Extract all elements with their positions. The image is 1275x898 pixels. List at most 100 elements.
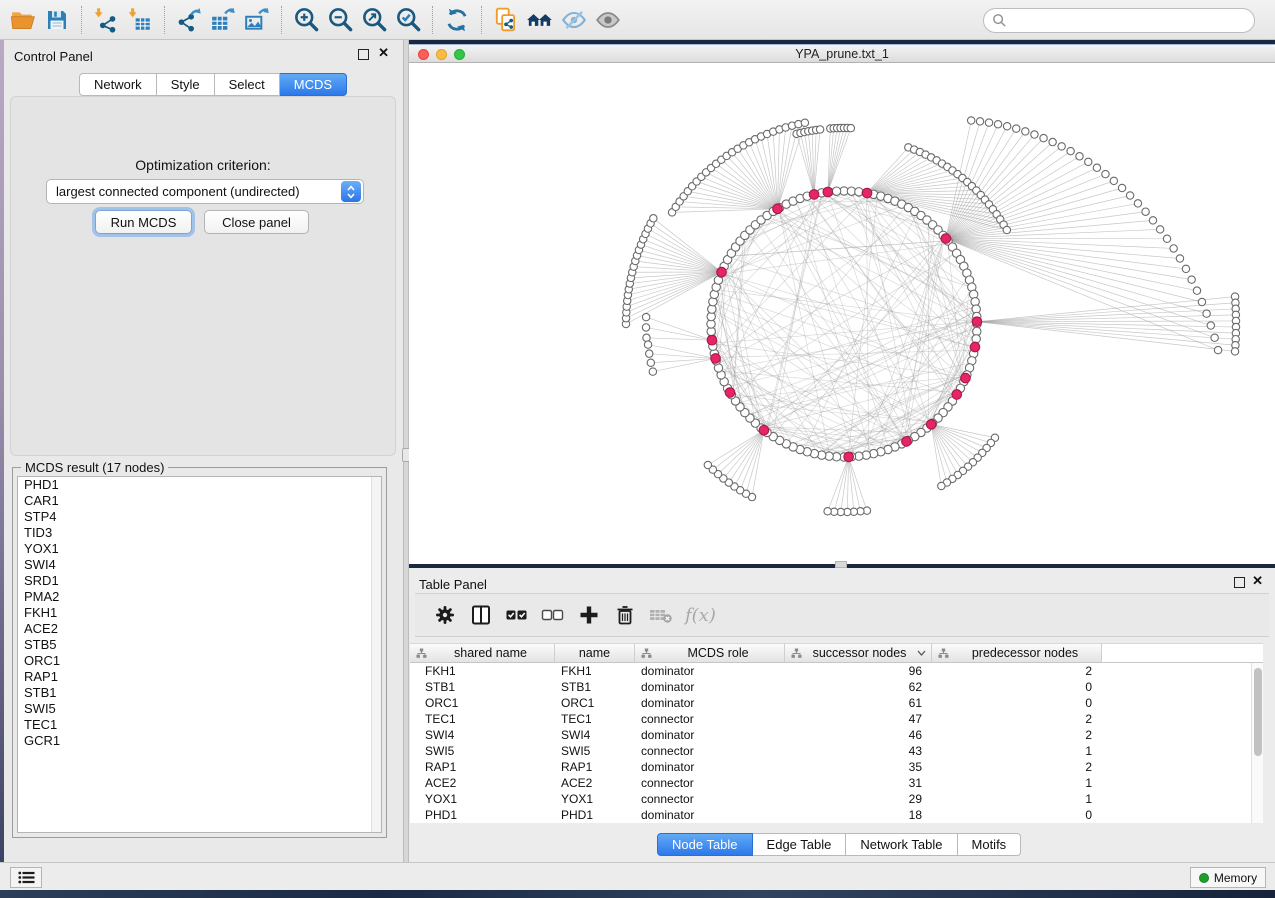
memory-status-icon	[1199, 873, 1209, 883]
delete-row-button[interactable]	[607, 598, 643, 632]
list-item[interactable]: STB5	[18, 637, 381, 653]
column-header-shared-name[interactable]: shared name	[410, 643, 555, 663]
table-row[interactable]: ACE2ACE2connector311	[410, 775, 1263, 791]
node-table: shared namenameMCDS rolesuccessor nodesp…	[410, 643, 1263, 823]
list-item[interactable]: CAR1	[18, 493, 381, 509]
show-panels-button[interactable]	[10, 867, 42, 888]
list-item[interactable]: ACE2	[18, 621, 381, 637]
export-image-icon	[244, 7, 270, 33]
table-settings-button[interactable]	[427, 598, 463, 632]
criterion-dropdown[interactable]: largest connected component (undirected)	[46, 179, 364, 204]
import-network-button[interactable]	[89, 5, 123, 35]
table-cell: 29	[785, 791, 932, 807]
table-cell: 62	[785, 679, 932, 695]
table-cell: YOX1	[555, 791, 635, 807]
table-cell: 46	[785, 727, 932, 743]
list-item[interactable]: STB1	[18, 685, 381, 701]
tab-edge-table[interactable]: Edge Table	[753, 833, 847, 856]
table-row[interactable]: ORC1ORC1dominator610	[410, 695, 1263, 711]
tab-mcds[interactable]: MCDS	[280, 73, 347, 96]
column-header-predecessor-nodes[interactable]: predecessor nodes	[932, 643, 1102, 663]
float-panel-icon[interactable]	[1234, 577, 1245, 588]
zoom-out-button[interactable]	[323, 5, 357, 35]
delete-table-button[interactable]	[643, 598, 679, 632]
table-row[interactable]: SWI5SWI5connector431	[410, 743, 1263, 759]
show-all-button[interactable]	[591, 5, 625, 35]
table-cell: 2	[932, 759, 1102, 775]
close-panel-button[interactable]: Close panel	[204, 210, 309, 234]
list-item[interactable]: RAP1	[18, 669, 381, 685]
import-table-button[interactable]	[123, 5, 157, 35]
column-header-name[interactable]: name	[555, 643, 635, 663]
list-item[interactable]: SWI5	[18, 701, 381, 717]
table-cell: ORC1	[555, 695, 635, 711]
column-header-MCDS-role[interactable]: MCDS role	[635, 643, 785, 663]
close-panel-icon[interactable]: ✕	[378, 46, 389, 60]
close-panel-icon[interactable]: ✕	[1252, 574, 1263, 588]
import-table-icon	[127, 7, 153, 33]
tab-select[interactable]: Select	[215, 73, 280, 96]
export-image-button[interactable]	[240, 5, 274, 35]
table-row[interactable]: RAP1RAP1dominator352	[410, 759, 1263, 775]
list-item[interactable]: PMA2	[18, 589, 381, 605]
list-item[interactable]: TEC1	[18, 717, 381, 733]
zoom-fit-button[interactable]	[357, 5, 391, 35]
list-item[interactable]: SWI4	[18, 557, 381, 573]
float-panel-icon[interactable]	[358, 49, 369, 60]
table-row[interactable]: TEC1TEC1connector472	[410, 711, 1263, 727]
table-row[interactable]: STB1STB1dominator620	[410, 679, 1263, 695]
table-cell: SWI4	[555, 727, 635, 743]
list-item[interactable]: TID3	[18, 525, 381, 541]
list-item[interactable]: YOX1	[18, 541, 381, 557]
network-window-titlebar[interactable]: YPA_prune.txt_1	[409, 45, 1275, 63]
list-item[interactable]: FKH1	[18, 605, 381, 621]
list-item[interactable]: SRD1	[18, 573, 381, 589]
network-canvas[interactable]	[409, 63, 1275, 564]
formula-builder-button[interactable]: f(x)	[685, 605, 716, 626]
search-input[interactable]	[983, 8, 1255, 33]
save-session-button[interactable]	[40, 5, 74, 35]
run-mcds-button[interactable]: Run MCDS	[95, 210, 192, 234]
scrollbar-thumb[interactable]	[1254, 668, 1262, 756]
export-table-button[interactable]	[206, 5, 240, 35]
tab-node-table[interactable]: Node Table	[657, 833, 753, 856]
zoom-in-button[interactable]	[289, 5, 323, 35]
delete-table-icon	[648, 604, 674, 626]
list-item[interactable]: PHD1	[18, 477, 381, 493]
export-network-button[interactable]	[172, 5, 206, 35]
refresh-layout-button[interactable]	[440, 5, 474, 35]
tab-network-table[interactable]: Network Table	[846, 833, 957, 856]
mcds-result-list[interactable]: PHD1CAR1STP4TID3YOX1SWI4SRD1PMA2FKH1ACE2…	[17, 476, 382, 833]
open-file-button[interactable]	[6, 5, 40, 35]
first-neighbors-button[interactable]	[523, 5, 557, 35]
table-row[interactable]: YOX1YOX1connector291	[410, 791, 1263, 807]
list-item[interactable]: GCR1	[18, 733, 381, 749]
splitter-handle[interactable]	[835, 561, 847, 568]
add-row-button[interactable]	[571, 598, 607, 632]
deselect-all-button[interactable]	[535, 598, 571, 632]
application-window: Control Panel ✕ Network Style Select MCD…	[0, 0, 1275, 898]
show-columns-button[interactable]	[463, 598, 499, 632]
tab-motifs[interactable]: Motifs	[958, 833, 1022, 856]
search-icon	[992, 13, 1007, 28]
table-row[interactable]: SWI4SWI4dominator462	[410, 727, 1263, 743]
column-header-successor-nodes[interactable]: successor nodes	[785, 643, 932, 663]
table-cell: connector	[635, 791, 785, 807]
desktop-wallpaper-edge	[0, 890, 1275, 898]
table-cell: 0	[932, 695, 1102, 711]
hide-selected-button[interactable]	[557, 5, 591, 35]
table-cell: connector	[635, 711, 785, 727]
memory-button[interactable]: Memory	[1190, 867, 1266, 888]
table-cell: 1	[932, 775, 1102, 791]
new-network-from-selection-button[interactable]	[489, 5, 523, 35]
tab-network[interactable]: Network	[79, 73, 157, 96]
select-all-button[interactable]	[499, 598, 535, 632]
table-row[interactable]: PHD1PHD1dominator180	[410, 807, 1263, 823]
list-item[interactable]: ORC1	[18, 653, 381, 669]
tab-style[interactable]: Style	[157, 73, 215, 96]
list-scrollbar[interactable]	[371, 477, 381, 832]
table-scrollbar[interactable]	[1251, 663, 1263, 823]
zoom-selected-button[interactable]	[391, 5, 425, 35]
list-item[interactable]: STP4	[18, 509, 381, 525]
table-row[interactable]: FKH1FKH1dominator962	[410, 663, 1263, 679]
